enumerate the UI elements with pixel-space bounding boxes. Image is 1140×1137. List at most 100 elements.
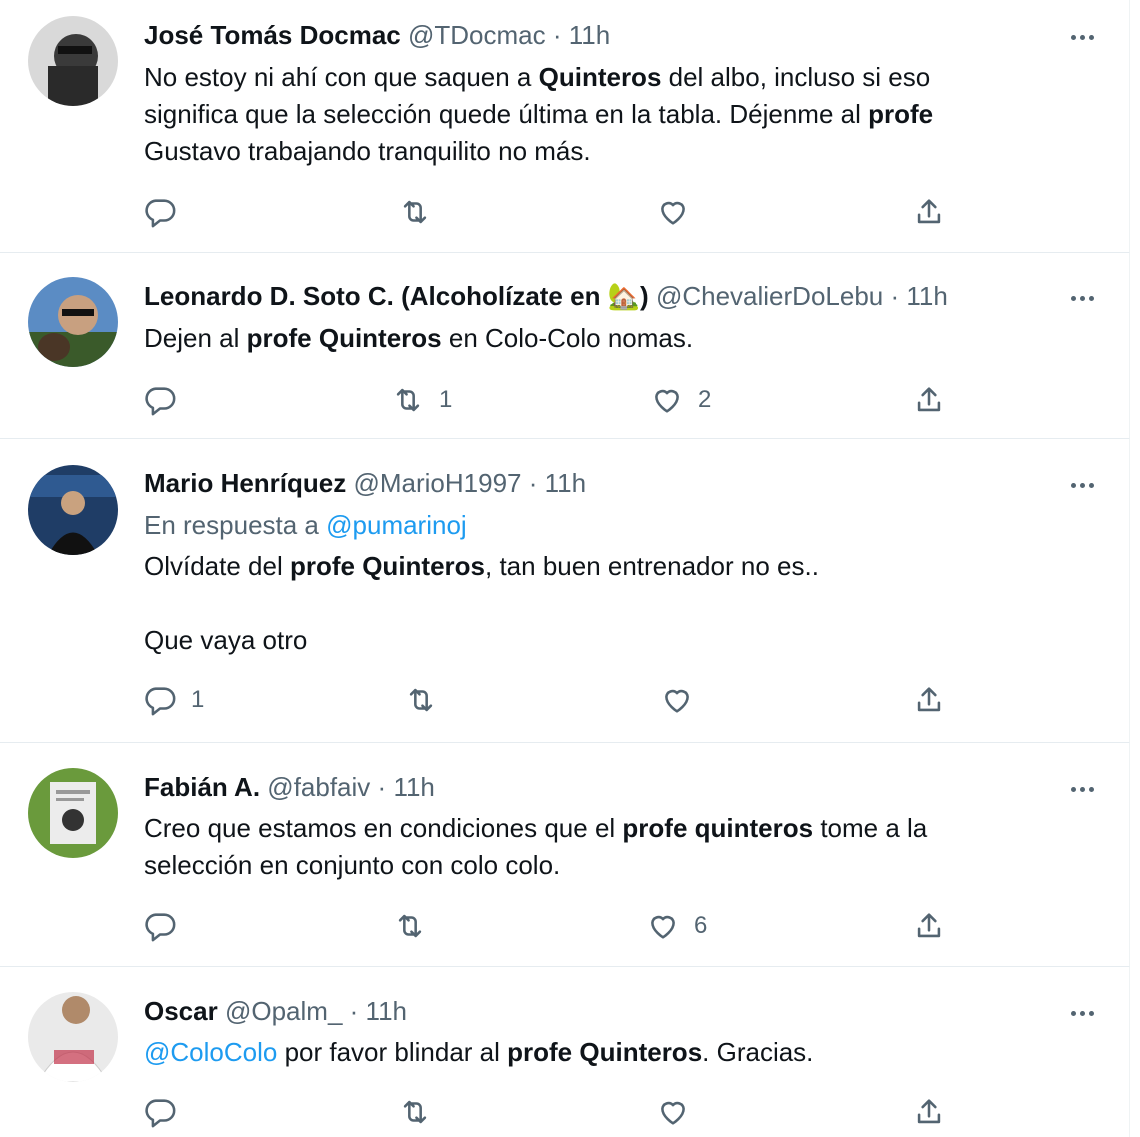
author-handle[interactable]: @TDocmac (408, 20, 546, 50)
more-options-icon[interactable] (1065, 772, 1099, 806)
reply-context: En respuesta a @pumarinoj (144, 507, 1019, 544)
text-segment: No estoy ni ahí con que saquen a (144, 62, 539, 92)
like-button[interactable] (656, 192, 704, 232)
avatar[interactable] (28, 16, 118, 106)
retweet-icon (393, 909, 427, 943)
avatar[interactable] (28, 277, 118, 367)
text-segment: Dejen al (144, 323, 247, 353)
author-name[interactable]: Mario Henríquez (144, 468, 346, 498)
reply-button[interactable] (143, 906, 191, 946)
reply-button[interactable] (143, 192, 191, 232)
separator-dot: · (349, 996, 359, 1026)
share-button[interactable] (912, 380, 946, 420)
retweet-button[interactable]: 1 (391, 380, 452, 420)
tweet[interactable]: Mario Henríquez @MarioH1997 · 11h En res… (0, 439, 1130, 743)
like-count: 6 (694, 912, 708, 939)
tweet-paragraph: @ColoColo por favor blindar al profe Qui… (144, 1034, 1019, 1071)
reply-button[interactable] (143, 1092, 191, 1132)
timestamp[interactable]: 11h (906, 281, 947, 311)
reply-icon (143, 683, 177, 717)
reply-button[interactable] (143, 380, 191, 420)
reply-icon (143, 383, 177, 417)
share-button[interactable] (912, 906, 946, 946)
more-options-icon[interactable] (1065, 996, 1099, 1030)
tweet-text: @ColoColo por favor blindar al profe Qui… (144, 1034, 1019, 1071)
share-icon (912, 195, 946, 229)
share-icon (912, 683, 946, 717)
text-segment: Gustavo trabajando tranquilito no más. (144, 136, 591, 166)
author-name[interactable]: Fabián A. (144, 772, 260, 802)
text-segment: . Gracias. (702, 1037, 814, 1067)
author-name[interactable]: Oscar (144, 996, 218, 1026)
timestamp[interactable]: 11h (569, 20, 610, 50)
tweet[interactable]: Leonardo D. Soto C. (Alcoholízate en 🏡) … (0, 253, 1130, 439)
like-button[interactable]: 6 (646, 906, 707, 946)
retweet-button[interactable] (398, 1092, 446, 1132)
tweet[interactable]: Fabián A. @fabfaiv · 11h Creo que estamo… (0, 743, 1130, 967)
retweet-button[interactable] (404, 680, 452, 720)
retweet-icon (404, 683, 438, 717)
reply-button[interactable]: 1 (143, 680, 204, 720)
like-button[interactable] (660, 680, 708, 720)
separator-dot: · (377, 772, 387, 802)
avatar[interactable] (28, 992, 118, 1082)
highlighted-keyword: profe quinteros (622, 813, 814, 843)
share-icon (912, 383, 946, 417)
tweet-actions: 1 2 (0, 380, 1130, 420)
author-name[interactable]: José Tomás Docmac (144, 20, 401, 50)
retweet-icon (391, 383, 425, 417)
tweet-header: José Tomás Docmac @TDocmac · 11h (144, 18, 1069, 52)
heart-icon (656, 1095, 690, 1129)
text-segment: por favor blindar al (277, 1037, 508, 1067)
tweet-text: Creo que estamos en condiciones que el p… (144, 810, 1019, 884)
retweet-button[interactable] (393, 906, 441, 946)
tweet-text: No estoy ni ahí con que saquen a Quinter… (144, 59, 1019, 170)
author-handle[interactable]: @fabfaiv (267, 772, 370, 802)
mention-link[interactable]: @ColoColo (144, 1037, 277, 1067)
tweet-header: Mario Henríquez @MarioH1997 · 11h (144, 466, 1069, 500)
text-segment: , tan buen entrenador no es.. (485, 551, 819, 581)
tweet-paragraph: No estoy ni ahí con que saquen a Quinter… (144, 59, 1019, 170)
text-segment: en Colo-Colo nomas. (441, 323, 694, 353)
tweet-paragraph: Creo que estamos en condiciones que el p… (144, 810, 1019, 884)
retweet-icon (398, 1095, 432, 1129)
highlighted-keyword: profe Quinteros (507, 1037, 703, 1067)
timestamp[interactable]: 11h (393, 772, 434, 802)
reply-icon (143, 195, 177, 229)
like-button[interactable] (656, 1092, 704, 1132)
avatar[interactable] (28, 768, 118, 858)
like-count: 2 (698, 386, 712, 413)
share-button[interactable] (912, 680, 946, 720)
heart-icon (660, 683, 694, 717)
tweet-text-second-paragraph: Que vaya otro (144, 622, 1019, 659)
tweet-text: Dejen al profe Quinteros en Colo-Colo no… (144, 320, 1019, 357)
timestamp[interactable]: 11h (366, 996, 407, 1026)
more-options-icon[interactable] (1065, 20, 1099, 54)
text-segment: Olvídate del (144, 551, 290, 581)
tweet-actions (0, 1092, 1130, 1132)
highlighted-keyword: profe (868, 99, 934, 129)
share-icon (912, 909, 946, 943)
reply-to-label: En respuesta a (144, 510, 327, 540)
tweet-feed: José Tomás Docmac @TDocmac · 11h No esto… (0, 0, 1140, 1137)
highlighted-keyword: Quinteros (538, 62, 662, 92)
tweet-text: Olvídate del profe Quinteros, tan buen e… (144, 548, 1019, 585)
author-handle[interactable]: @Opalm_ (225, 996, 342, 1026)
share-button[interactable] (912, 1092, 946, 1132)
share-button[interactable] (912, 192, 946, 232)
tweet[interactable]: José Tomás Docmac @TDocmac · 11h No esto… (0, 0, 1130, 253)
share-icon (912, 1095, 946, 1129)
timestamp[interactable]: 11h (545, 468, 586, 498)
more-options-icon[interactable] (1065, 281, 1099, 315)
author-handle[interactable]: @MarioH1997 (353, 468, 521, 498)
avatar[interactable] (28, 465, 118, 555)
tweet[interactable]: Oscar @Opalm_ · 11h @ColoColo por favor … (0, 967, 1130, 1137)
author-name[interactable]: Leonardo D. Soto C. (Alcoholízate en 🏡) (144, 281, 649, 311)
heart-icon (656, 195, 690, 229)
more-options-icon[interactable] (1065, 468, 1099, 502)
retweet-button[interactable] (398, 192, 446, 232)
text-segment: Creo que estamos en condiciones que el (144, 813, 623, 843)
like-button[interactable]: 2 (650, 380, 711, 420)
author-handle[interactable]: @ChevalierDoLebu (656, 281, 883, 311)
reply-to-mention[interactable]: @pumarinoj (326, 510, 467, 540)
